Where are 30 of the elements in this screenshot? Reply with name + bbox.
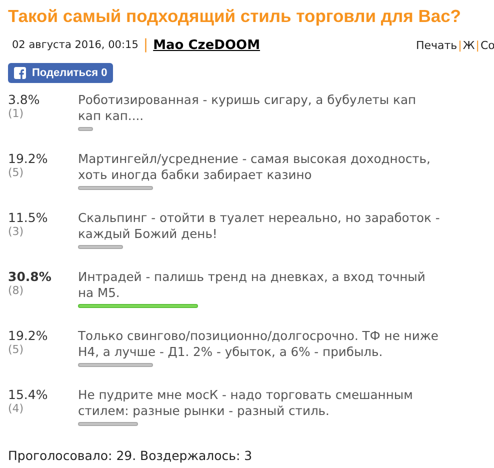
vote-percent: 15.4%	[8, 387, 49, 402]
option-text: Только свингово/позиционно/долгосрочно. ТФ не ниже Н4, а лучше - Д1. 2% - убыток, а 6% - прибыль.	[78, 328, 440, 360]
vote-percent: 30.8%	[8, 269, 52, 284]
option-text: Мартингейл/усреднение - самая высокая доходность, хоть иногда бабки забирает казино	[78, 151, 432, 183]
vote-count: (5)	[8, 166, 25, 179]
option-text: Интрадей - палишь тренд на дневках, а вход точный на М5.	[78, 269, 426, 301]
post-date: 02 августа 2016, 00:15	[12, 39, 138, 51]
poll-title: Такой самый подходящий стиль торговли для Вас?	[8, 6, 462, 27]
vote-summary: Проголосовало: 29. Воздержалось: 3	[8, 448, 254, 463]
separator: |	[476, 38, 480, 52]
toolbar-link[interactable]: Печать	[416, 38, 458, 52]
author-link[interactable]: Mao CzeDOOM	[153, 38, 260, 52]
share-button[interactable]: Поделиться 0	[8, 63, 114, 83]
facebook-icon	[14, 67, 26, 79]
vote-percent: 3.8%	[8, 92, 41, 107]
option-text: Скальпинг - отойти в туалет нереально, но заработок - каждый Божий день!	[78, 210, 440, 242]
vote-count: (5)	[8, 343, 25, 356]
option-text: Не пудрите мне мосК - надо торговать смешанным стилем: разные рынки - разный стиль.	[78, 387, 414, 419]
separator: |	[458, 38, 462, 52]
vote-count: (3)	[8, 225, 25, 238]
vote-count: (1)	[8, 107, 25, 120]
separator: |	[143, 37, 148, 53]
vote-percent: 19.2%	[8, 151, 49, 166]
vote-percent: 19.2%	[8, 328, 49, 343]
option-text: Роботизированная - куришь сигару, а бубулеты кап кап кап....	[78, 92, 418, 124]
vote-percent: 11.5%	[8, 210, 49, 225]
vote-count: (4)	[8, 402, 25, 415]
toolbar-link[interactable]: Ж	[462, 38, 475, 52]
vote-count: (8)	[8, 284, 25, 297]
toolbar-link[interactable]: Со	[480, 38, 494, 52]
